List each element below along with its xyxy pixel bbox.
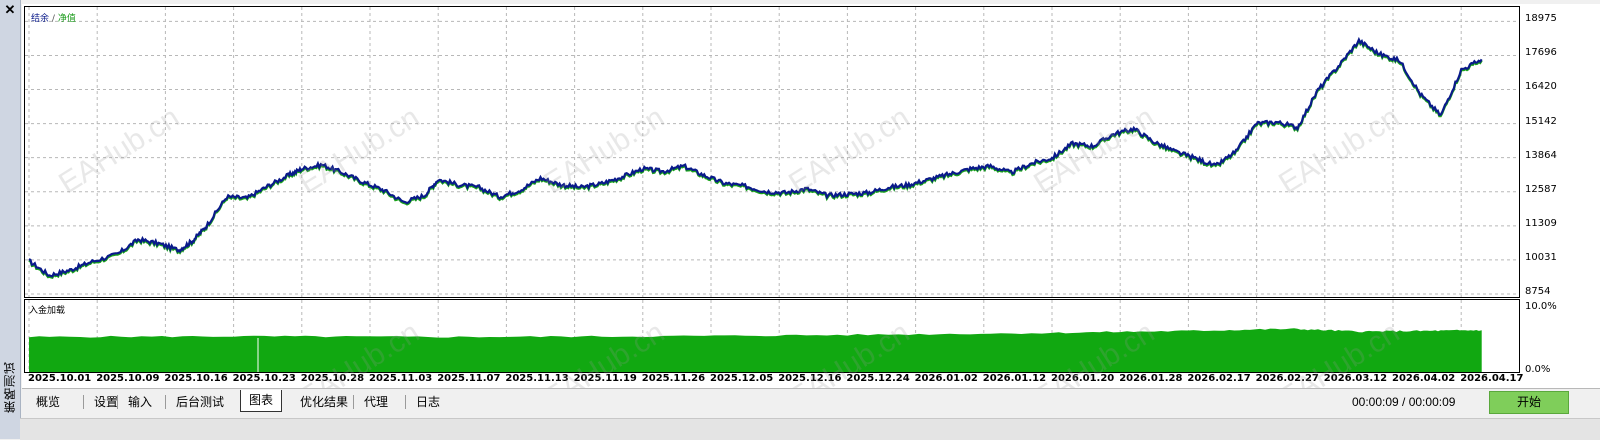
x-tick-label: 2026.02.27 — [1255, 373, 1319, 384]
tab-3[interactable]: 后台测试 — [168, 392, 232, 412]
x-tick-label: 2026.01.20 — [1051, 373, 1115, 384]
close-icon[interactable]: ✕ — [3, 3, 17, 17]
x-tick-label: 2025.11.19 — [573, 373, 637, 384]
tab-separator — [165, 395, 166, 409]
x-tick-label: 2025.11.13 — [505, 373, 569, 384]
x-tick-label: 2026.02.17 — [1187, 373, 1251, 384]
tab-2[interactable]: 输入 — [120, 392, 160, 412]
sub-y-tick-label: 0.0% — [1525, 364, 1551, 375]
deposit-load-svg — [28, 300, 1482, 372]
tab-4[interactable]: 图表 — [240, 390, 283, 412]
x-tick-label: 2026.04.17 — [1460, 373, 1524, 384]
tab-separator — [117, 395, 118, 409]
chart-panel: 结余 / 净值 入金加载 18975 17696 16420 15142 13864 12… — [22, 4, 1600, 415]
legend-separator: / — [51, 14, 55, 24]
legend-balance: 结余 — [31, 14, 50, 24]
balance-equity-svg — [25, 7, 1519, 297]
y-tick-label: 11309 — [1525, 217, 1557, 229]
tab-5[interactable]: 优化结果 — [292, 392, 356, 412]
start-button[interactable]: 开始 — [1489, 391, 1569, 414]
y-tick-label: 10031 — [1525, 251, 1557, 263]
equity-line — [28, 38, 1483, 280]
x-tick-label: 2025.11.26 — [641, 373, 706, 384]
x-tick-label: 2026.01.28 — [1119, 373, 1183, 384]
status-strip — [20, 418, 1600, 440]
tab-separator — [353, 395, 354, 409]
x-tick-label: 2025.10.09 — [96, 373, 160, 384]
x-tick-label: 2025.10.23 — [232, 373, 296, 384]
x-tick-label: 2026.01.02 — [914, 373, 978, 384]
x-tick-label: 2025.10.28 — [300, 373, 365, 384]
x-tick-label: 2026.01.12 — [982, 373, 1047, 384]
x-tick-label: 2025.11.03 — [369, 373, 433, 384]
elapsed-timer: 00:00:09 / 00:00:09 — [1352, 395, 1456, 409]
x-tick-label: 2025.12.05 — [710, 373, 774, 384]
y-tick-label: 13864 — [1525, 149, 1557, 161]
tab-6[interactable]: 代理 — [356, 392, 396, 412]
x-tick-label: 2026.03.12 — [1323, 373, 1388, 384]
left-side-panel: ✕ 策略测试 — [0, 0, 21, 439]
deposit-load-label: 入金加载 — [29, 306, 66, 316]
deposit-load-area — [29, 328, 1482, 372]
balance-equity-chart: 结余 / 净值 — [24, 6, 1520, 298]
side-panel-title: 策略测试 — [3, 361, 17, 413]
x-tick-label: 2025.10.16 — [164, 373, 228, 384]
tab-7[interactable]: 日志 — [408, 392, 448, 412]
tab-separator — [83, 395, 84, 409]
chart-legend: 结余 / 净值 — [31, 11, 76, 24]
x-tick-label: 2025.10.01 — [28, 373, 92, 384]
y-tick-label: 8754 — [1525, 286, 1551, 297]
y-tick-label: 17696 — [1525, 47, 1557, 59]
y-tick-label: 16420 — [1525, 81, 1557, 93]
tab-0[interactable]: 概览 — [28, 392, 68, 412]
x-tick-label: 2025.12.16 — [778, 373, 842, 384]
tab-separator — [405, 395, 406, 409]
y-tick-label: 12587 — [1525, 183, 1557, 195]
y-tick-label: 15142 — [1525, 115, 1557, 127]
x-tick-label: 2025.12.24 — [846, 373, 910, 384]
legend-equity: 净值 — [57, 14, 76, 24]
deposit-load-chart: 入金加载 — [24, 299, 1520, 373]
x-tick-label: 2025.11.07 — [437, 373, 501, 384]
sub-y-tick-label: 10.0% — [1525, 301, 1557, 312]
x-tick-label: 2026.04.02 — [1392, 373, 1456, 384]
y-tick-label: 18975 — [1525, 13, 1557, 25]
